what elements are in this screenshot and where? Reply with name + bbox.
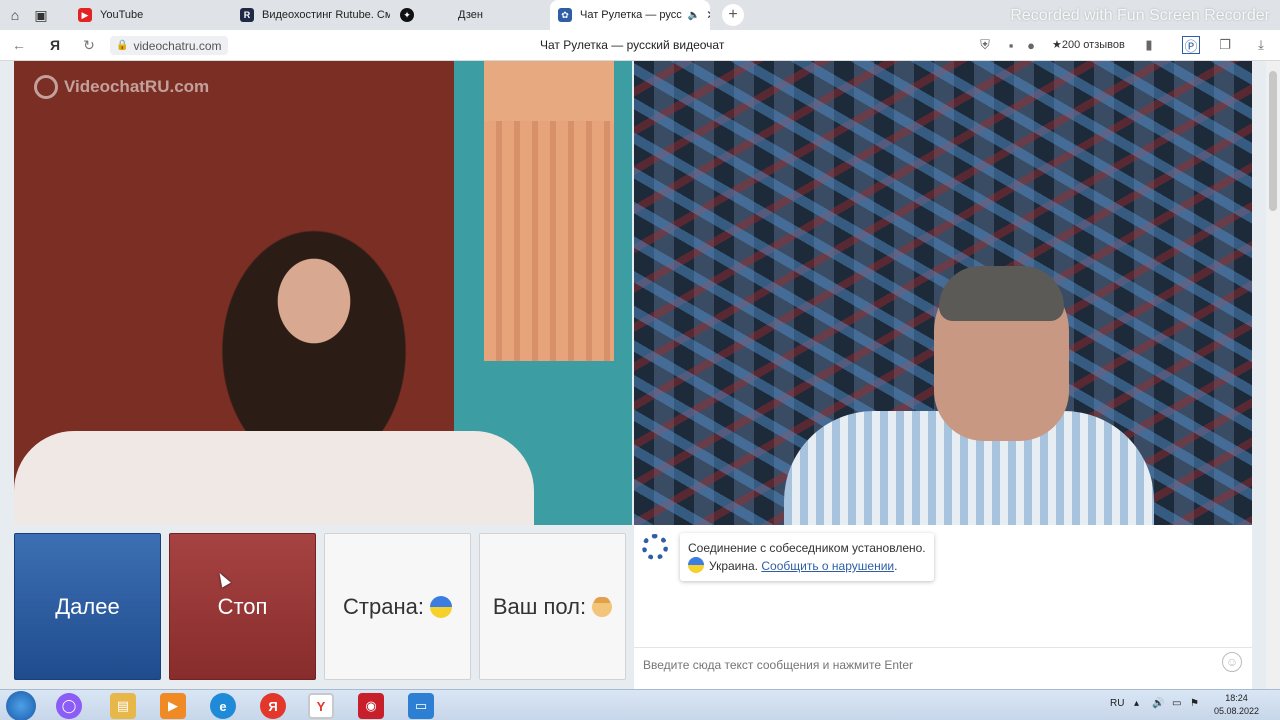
- country-line: Украина. Сообщить о нарушении.: [688, 557, 926, 575]
- system-message: Соединение с собеседником установлено. У…: [680, 533, 934, 581]
- scrollbar-thumb[interactable]: [1269, 71, 1277, 211]
- screen-recorder-icon[interactable]: ◉: [358, 693, 384, 719]
- tab-rutube[interactable]: R Видеохостинг Rutube. Смо: [232, 0, 390, 30]
- new-tab-button[interactable]: +: [722, 4, 744, 26]
- tab-youtube[interactable]: ▶ YouTube: [70, 0, 230, 30]
- folder-icon[interactable]: ▤: [110, 693, 136, 719]
- videochat-logo-icon: [34, 75, 58, 99]
- rutube-icon: R: [240, 8, 254, 22]
- flag-tray-icon[interactable]: ⚑: [1190, 698, 1199, 709]
- videochat-logo-icon: [642, 534, 668, 560]
- bookmark-icon[interactable]: ▮: [1140, 36, 1158, 54]
- collections-icon[interactable]: ❐: [1216, 36, 1234, 54]
- back-button[interactable]: ←: [9, 35, 29, 55]
- ukraine-flag-icon: [688, 557, 704, 573]
- dzen-icon: ✦: [400, 8, 414, 22]
- message-input[interactable]: [643, 657, 1203, 672]
- videochat-icon: ✿: [558, 8, 572, 22]
- tabs-manager-icon[interactable]: ▣: [30, 4, 52, 26]
- home-icon[interactable]: ⌂: [4, 4, 26, 26]
- lock-icon: 🔒: [116, 40, 129, 51]
- page-title: Чат Рулетка — русский видеочат: [540, 38, 725, 52]
- download-icon[interactable]: ⤓: [1252, 36, 1270, 54]
- translate-icon[interactable]: Ⓟ: [1182, 36, 1200, 54]
- url-field[interactable]: 🔒 videochatru.com: [110, 36, 228, 55]
- yandex-app-icon[interactable]: Я: [260, 693, 286, 719]
- chat-input-area[interactable]: [634, 647, 1252, 681]
- tab-videochat[interactable]: ✿ Чат Рулетка — русс 🔈 ✕: [550, 0, 710, 30]
- chat-panel: Соединение с собеседником установлено. У…: [634, 525, 1252, 689]
- youtube-icon: ▶: [78, 8, 92, 22]
- page-scrollbar[interactable]: [1266, 61, 1280, 689]
- volume-icon[interactable]: 🔊: [1152, 698, 1164, 709]
- alice-icon[interactable]: ◯: [56, 693, 82, 719]
- video-background: [484, 121, 614, 361]
- country-button[interactable]: Страна:: [324, 533, 471, 680]
- self-video: [634, 61, 1252, 525]
- windows-taskbar: ◯ ▤ ▶ e Я Y ◉ ▭ RU ▴ 🔊 ▭ ⚑ 18:24 05.08.2…: [0, 689, 1280, 720]
- start-button[interactable]: [6, 691, 36, 720]
- video-person: [14, 431, 534, 525]
- video-person-hair: [939, 266, 1064, 321]
- stop-button[interactable]: Стоп: [169, 533, 316, 680]
- ukraine-flag-icon: [429, 595, 452, 618]
- connection-message: Соединение с собеседником установлено.: [688, 541, 926, 555]
- gender-button[interactable]: Ваш пол:: [479, 533, 626, 680]
- reviews-button[interactable]: ★200 отзывов: [1052, 38, 1125, 51]
- microphone-icon[interactable]: ●: [1022, 36, 1040, 54]
- tab-dzen[interactable]: ✦ Дзен: [392, 0, 548, 30]
- recorder-overlay: Recorded with Fun Screen Recorder: [1010, 7, 1270, 24]
- yandex-browser-icon[interactable]: Y: [308, 693, 334, 719]
- next-button[interactable]: Далее: [14, 533, 161, 680]
- protect-icon[interactable]: ⛨: [976, 36, 994, 54]
- edge-icon[interactable]: e: [210, 693, 236, 719]
- capture-app-icon[interactable]: ▭: [408, 693, 434, 719]
- address-bar: ← Я ↻ 🔒 videochatru.com Чат Рулетка — ру…: [0, 30, 1280, 61]
- videochat-page: VideochatRU.com Далее Стоп Страна: Ваш п…: [0, 61, 1280, 689]
- speaker-icon[interactable]: 🔈: [688, 10, 700, 21]
- browser-tab-strip: ⌂ ▣ ▶ YouTube R Видеохостинг Rutube. Смо…: [0, 0, 1280, 30]
- report-link[interactable]: Сообщить о нарушении: [761, 559, 894, 573]
- site-watermark: VideochatRU.com: [34, 75, 209, 99]
- tray-arrow-icon[interactable]: ▴: [1134, 698, 1139, 709]
- network-icon[interactable]: ▭: [1172, 698, 1181, 709]
- partner-video: VideochatRU.com: [14, 61, 632, 525]
- system-clock[interactable]: 18:24 05.08.2022: [1214, 692, 1259, 718]
- smiley-icon[interactable]: ☺: [1222, 652, 1242, 672]
- media-player-icon[interactable]: ▶: [160, 693, 186, 719]
- male-face-icon: [592, 596, 613, 617]
- reload-button[interactable]: ↻: [79, 35, 99, 55]
- camera-icon[interactable]: ▪: [1002, 36, 1020, 54]
- yandex-icon[interactable]: Я: [45, 35, 65, 55]
- language-indicator[interactable]: RU: [1110, 698, 1124, 709]
- close-tab-icon[interactable]: ✕: [706, 8, 710, 22]
- star-icon: ★: [1052, 39, 1062, 51]
